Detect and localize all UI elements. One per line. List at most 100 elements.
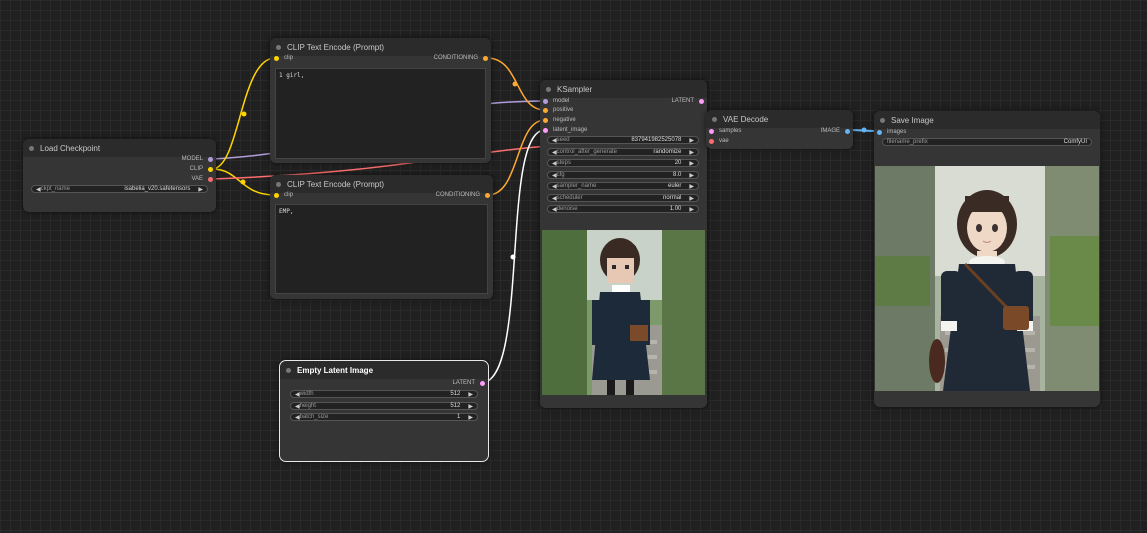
node-title[interactable]: KSampler: [540, 80, 707, 98]
widget-label: seed: [556, 137, 570, 143]
seed-widget[interactable]: ◀ seed 837941982525078 ▶: [547, 136, 699, 144]
slot-pin-icon[interactable]: [543, 127, 548, 133]
filename-prefix-widget[interactable]: filename_prefix ComfyUI: [882, 138, 1092, 146]
slot-label: CLIP: [189, 166, 203, 172]
denoise-widget[interactable]: ◀ denoise 1.00 ▶: [547, 205, 699, 213]
slot-label: LATENT: [452, 380, 475, 386]
width-widget[interactable]: ◀ width 512 ▶: [290, 390, 478, 398]
slot-label: IMAGE: [820, 128, 840, 134]
node-title[interactable]: CLIP Text Encode (Prompt): [270, 175, 493, 193]
scheduler-widget[interactable]: ◀ scheduler normal ▶: [547, 194, 699, 202]
input-positive[interactable]: positive: [543, 107, 573, 113]
batch-size-widget[interactable]: ◀ batch_size 1 ▶: [290, 413, 478, 421]
control-after-generate-widget[interactable]: ◀ control_after_generate randomize ▶: [547, 148, 699, 156]
input-images[interactable]: images: [877, 129, 906, 135]
prompt-textarea[interactable]: 1 girl,: [275, 68, 486, 159]
output-model[interactable]: MODEL: [182, 156, 213, 162]
output-image[interactable]: IMAGE: [821, 128, 850, 134]
input-latent-image[interactable]: latent_image: [543, 127, 587, 133]
slot-label: MODEL: [181, 156, 203, 162]
slot-pin-icon[interactable]: [274, 192, 279, 198]
sampler-name-widget[interactable]: ◀ sampler_name euler ▶: [547, 182, 699, 190]
slot-pin-icon[interactable]: [845, 128, 850, 134]
arrow-right-icon[interactable]: ▶: [468, 391, 473, 398]
slot-label: model: [553, 98, 570, 104]
arrow-right-icon[interactable]: ▶: [468, 414, 473, 421]
input-vae[interactable]: vae: [709, 138, 729, 144]
slot-pin-icon[interactable]: [699, 98, 704, 104]
node-title-label: KSampler: [557, 84, 593, 94]
input-model[interactable]: model: [543, 98, 569, 104]
collapse-dot-icon[interactable]: [276, 44, 281, 50]
arrow-right-icon[interactable]: ▶: [689, 195, 694, 202]
arrow-right-icon[interactable]: ▶: [689, 206, 694, 213]
arrow-right-icon[interactable]: ▶: [689, 183, 694, 190]
output-vae[interactable]: VAE: [191, 176, 213, 182]
slot-pin-icon[interactable]: [485, 192, 490, 198]
ksampler-node[interactable]: KSampler model positive negative latent_…: [540, 80, 707, 408]
arrow-right-icon[interactable]: ▶: [198, 186, 203, 193]
collapse-dot-icon[interactable]: [880, 117, 885, 123]
node-title[interactable]: VAE Decode: [706, 110, 853, 128]
node-title[interactable]: CLIP Text Encode (Prompt): [270, 38, 491, 56]
empty-latent-image-node[interactable]: Empty Latent Image LATENT ◀ width 512 ▶ …: [279, 360, 489, 462]
collapse-dot-icon[interactable]: [712, 116, 717, 122]
slot-pin-icon[interactable]: [543, 107, 548, 113]
collapse-dot-icon[interactable]: [286, 367, 291, 373]
arrow-right-icon[interactable]: ▶: [689, 172, 694, 179]
height-widget[interactable]: ◀ height 512 ▶: [290, 402, 478, 410]
arrow-right-icon[interactable]: ▶: [689, 149, 694, 156]
node-title[interactable]: Empty Latent Image: [280, 361, 488, 379]
arrow-right-icon[interactable]: ▶: [689, 137, 694, 144]
clip-text-encode-positive-node[interactable]: CLIP Text Encode (Prompt) clip CONDITION…: [270, 38, 491, 163]
node-title-label: Save Image: [891, 115, 934, 125]
input-negative[interactable]: negative: [543, 117, 576, 123]
slot-pin-icon[interactable]: [208, 156, 213, 162]
slot-label: LATENT: [671, 98, 694, 104]
widget-value: 837941982525078: [631, 137, 682, 143]
widget-value: isabelia_v20.safetensors: [124, 186, 191, 192]
save-image-node[interactable]: Save Image images filename_prefix ComfyU…: [874, 111, 1100, 407]
node-title[interactable]: Load Checkpoint: [23, 139, 216, 157]
slot-pin-icon[interactable]: [480, 380, 485, 386]
collapse-dot-icon[interactable]: [546, 86, 551, 92]
node-title[interactable]: Save Image: [874, 111, 1100, 129]
widget-value: 512: [450, 403, 461, 409]
slot-pin-icon[interactable]: [274, 55, 279, 61]
vae-decode-node[interactable]: VAE Decode samples vae IMAGE: [706, 110, 853, 149]
arrow-right-icon[interactable]: ▶: [468, 403, 473, 410]
input-clip[interactable]: clip: [274, 55, 293, 61]
output-conditioning[interactable]: CONDITIONING: [436, 192, 490, 198]
slot-pin-icon[interactable]: [709, 138, 714, 144]
widget-label: filename_prefix: [887, 139, 928, 145]
slot-label: vae: [719, 138, 729, 144]
collapse-dot-icon[interactable]: [29, 145, 34, 151]
node-title-label: Empty Latent Image: [297, 365, 374, 375]
widget-value: 1.00: [669, 206, 682, 212]
slot-pin-icon[interactable]: [709, 128, 714, 134]
slot-pin-icon[interactable]: [483, 55, 488, 61]
collapse-dot-icon[interactable]: [276, 181, 281, 187]
output-latent[interactable]: LATENT: [452, 380, 485, 386]
prompt-textarea[interactable]: EMP,: [275, 204, 488, 294]
slot-pin-icon[interactable]: [543, 98, 548, 104]
slot-label: CONDITIONING: [435, 192, 480, 198]
slot-pin-icon[interactable]: [543, 117, 548, 123]
widget-value: ComfyUI: [1063, 139, 1087, 145]
steps-widget[interactable]: ◀ steps 20 ▶: [547, 159, 699, 167]
input-samples[interactable]: samples: [709, 128, 741, 134]
output-latent[interactable]: LATENT: [671, 98, 704, 104]
slot-pin-icon[interactable]: [208, 176, 213, 182]
output-clip[interactable]: CLIP: [190, 166, 213, 172]
slot-label: images: [887, 129, 907, 135]
slot-label: positive: [553, 107, 574, 113]
input-clip[interactable]: clip: [274, 192, 293, 198]
arrow-right-icon[interactable]: ▶: [689, 160, 694, 167]
clip-text-encode-negative-node[interactable]: CLIP Text Encode (Prompt) clip CONDITION…: [270, 175, 493, 299]
slot-pin-icon[interactable]: [877, 129, 882, 135]
output-conditioning[interactable]: CONDITIONING: [434, 55, 488, 61]
cfg-widget[interactable]: ◀ cfg 8.0 ▶: [547, 171, 699, 179]
slot-pin-icon[interactable]: [208, 166, 213, 172]
ckpt-name-widget[interactable]: ◀ ckpt_name isabelia_v20.safetensors ▶: [31, 185, 208, 193]
load-checkpoint-node[interactable]: Load Checkpoint MODEL CLIP VAE ◀ ckpt_na…: [23, 139, 216, 212]
